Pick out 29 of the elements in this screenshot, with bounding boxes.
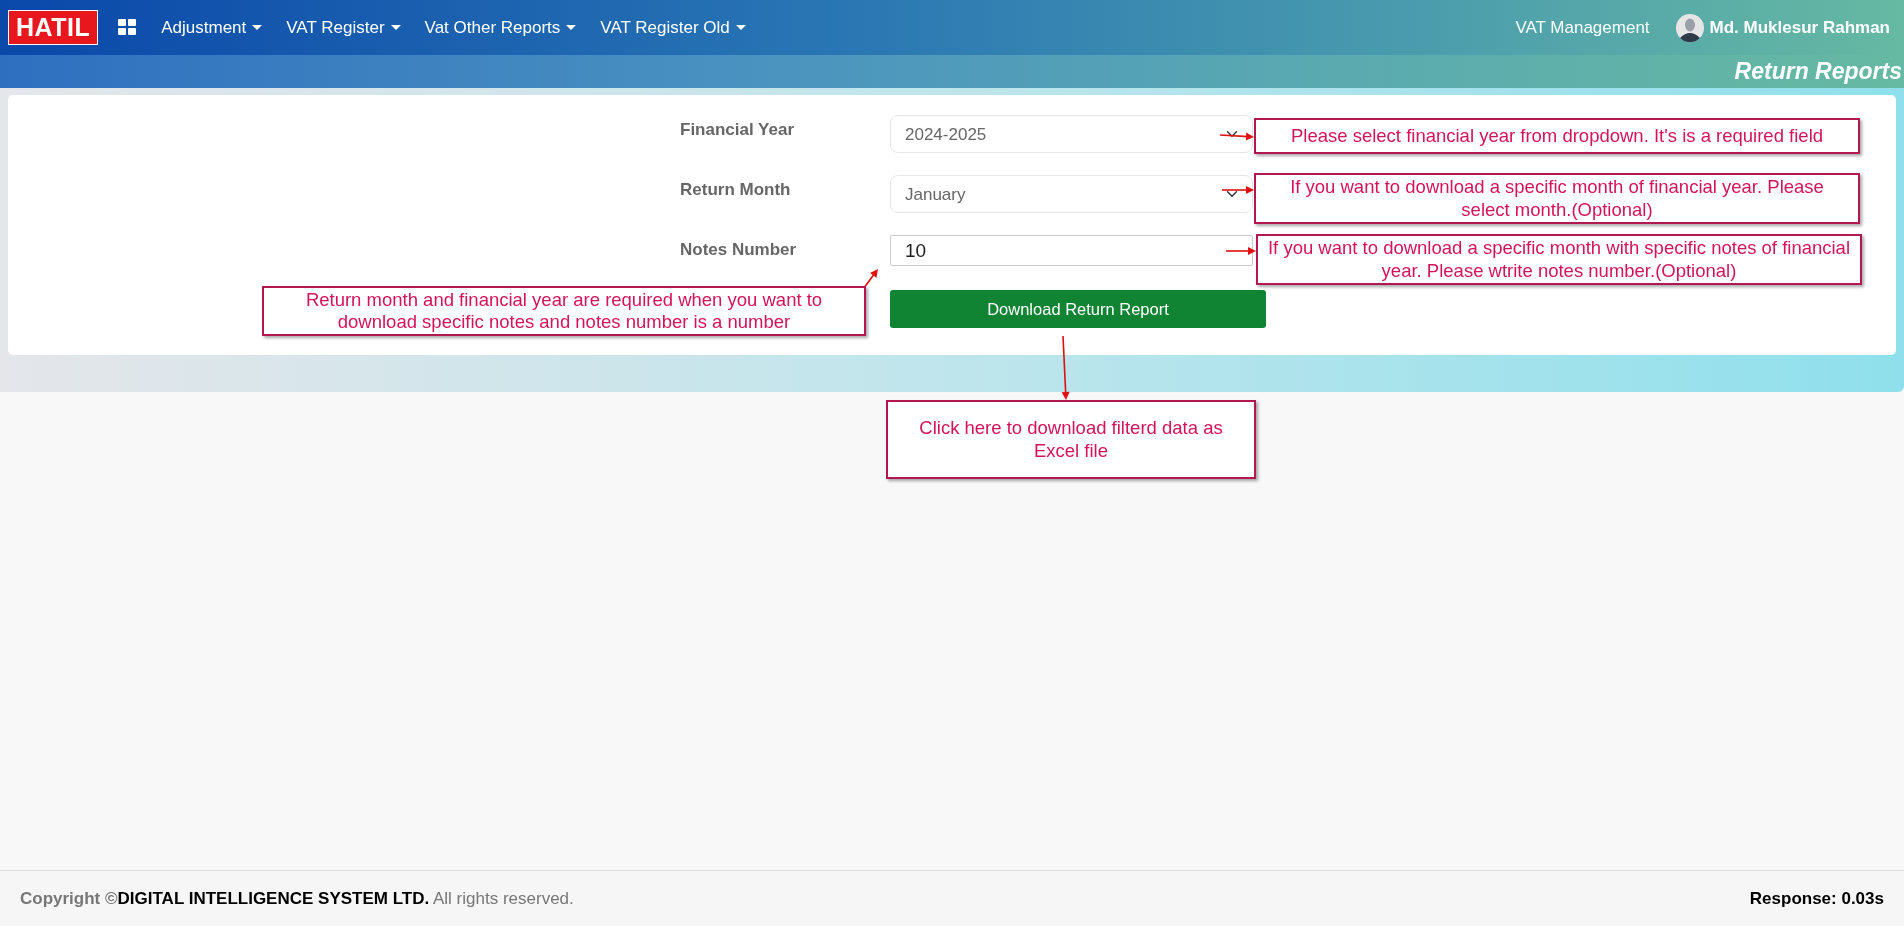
annotation-arrow: [1221, 186, 1254, 194]
field-label: Financial Year: [680, 119, 796, 141]
copyright-text: Copyright ©: [20, 888, 118, 908]
grid-icon[interactable]: [118, 19, 138, 36]
menu-dropdown[interactable]: Adjustment: [149, 14, 275, 41]
annotation-arrow: [1225, 247, 1256, 255]
select-field[interactable]: 2024-2025: [890, 115, 1253, 153]
select-field[interactable]: January: [890, 175, 1253, 213]
company-name: DIGITAL INTELLIGENCE SYSTEM LTD.: [117, 888, 430, 908]
annotation-callout: Return month and financial year are required when you want to download specific notes and notes number is a number: [262, 286, 866, 336]
field-label: Return Month: [680, 179, 792, 201]
annotation-arrow: [1219, 132, 1254, 141]
menu-dropdown[interactable]: VAT Register Old: [588, 14, 758, 41]
download-button[interactable]: Download Return Report: [890, 290, 1266, 328]
page-title: Return Reports: [1734, 57, 1902, 87]
annotation-arrow: [863, 269, 878, 289]
annotation-callout: Click here to download filterd data as Excel file: [886, 400, 1256, 479]
annotation-callout: Please select financial year from dropdown. It's is a required field: [1254, 118, 1860, 154]
rights-text: All rights reserved.: [433, 888, 574, 908]
field-label: Notes Number: [680, 239, 798, 261]
avatar-icon[interactable]: [1675, 13, 1704, 42]
annotation-arrow: [1061, 335, 1070, 400]
menu-dropdown[interactable]: VAT Register: [274, 14, 413, 41]
number-field[interactable]: 10: [890, 235, 1253, 266]
menu-dropdown[interactable]: Vat Other Reports: [412, 14, 589, 41]
brand-logo[interactable]: HATIL: [8, 10, 99, 45]
annotation-callout: If you want to download a specific month of financial year. Please select month.(Optional): [1254, 173, 1860, 224]
annotation-callout: If you want to download a specific month with specific notes of financial year. Please wtrite notes number.(Optional): [1256, 234, 1862, 285]
response-time: Response: 0.03s: [1749, 887, 1884, 910]
